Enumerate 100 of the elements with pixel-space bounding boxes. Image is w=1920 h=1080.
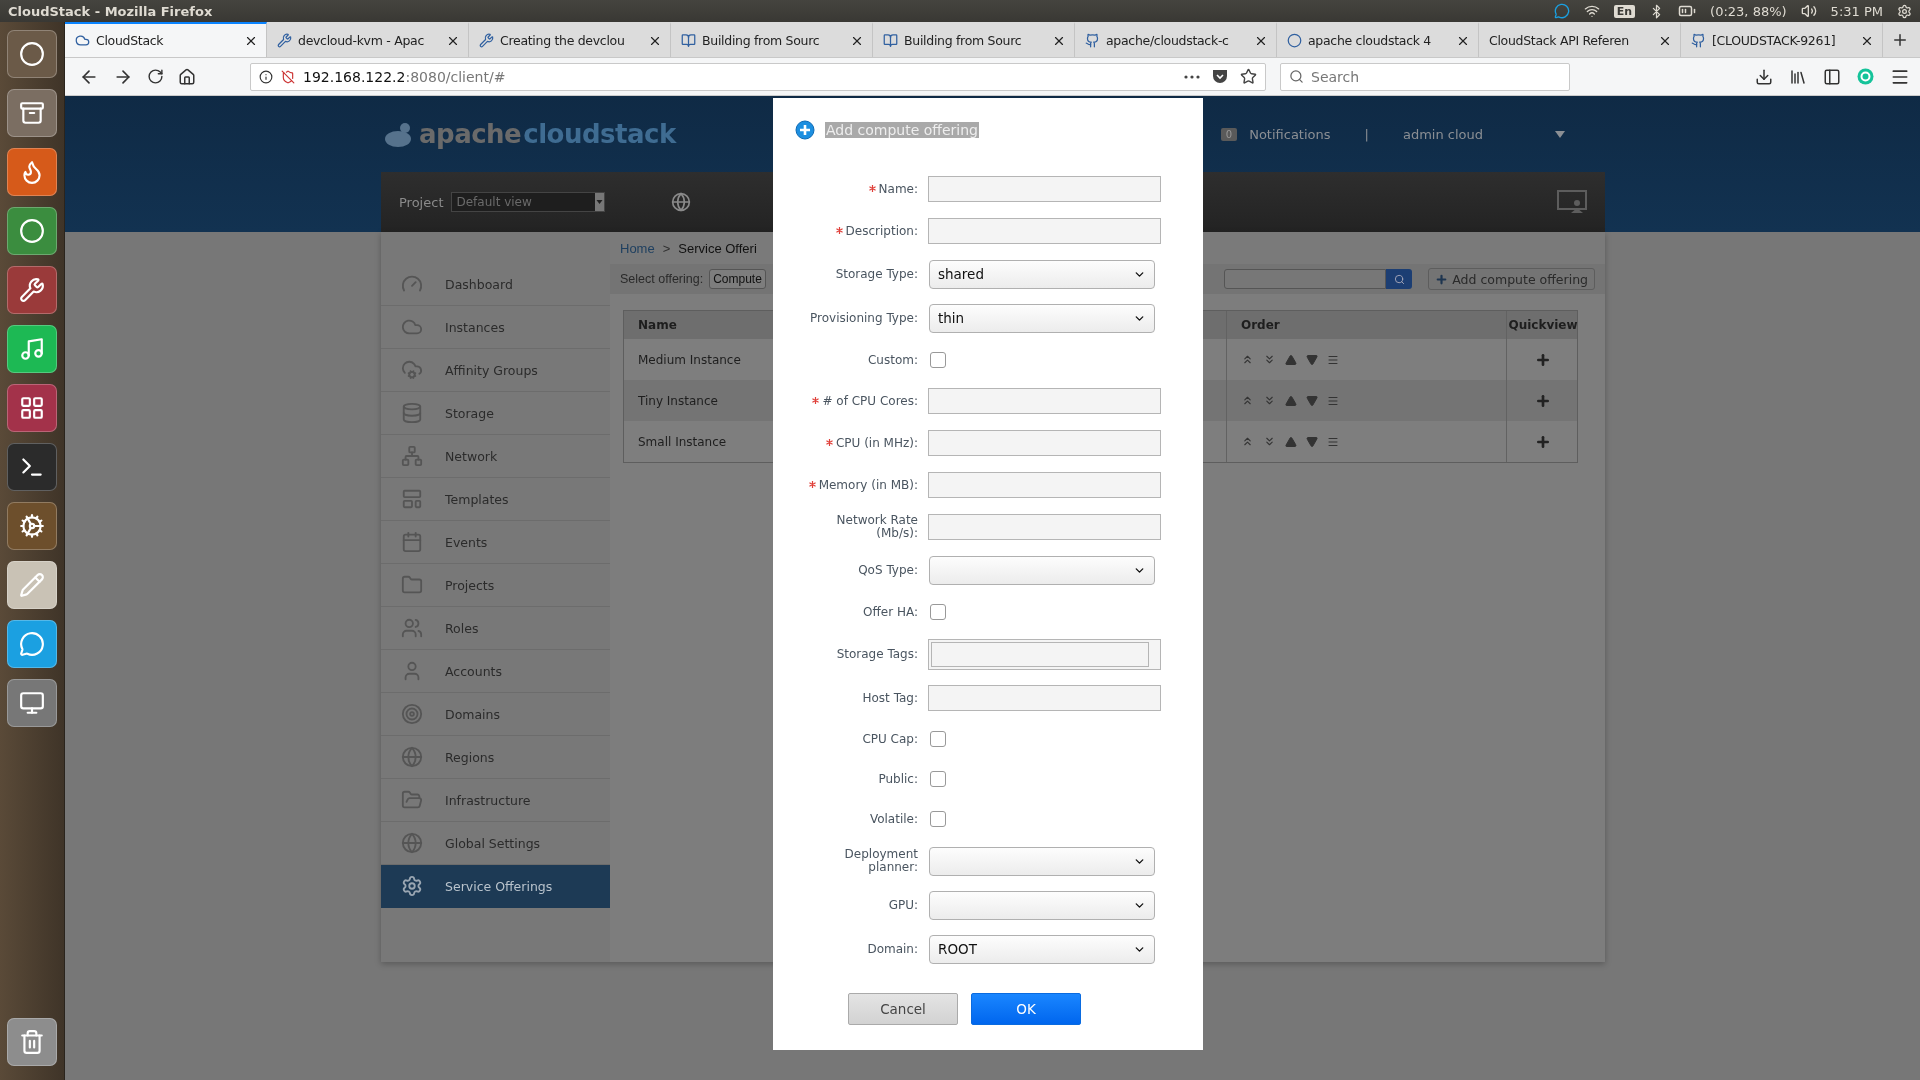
crossed-lock-icon[interactable] [281, 69, 295, 84]
text-input-field[interactable] [928, 176, 1161, 202]
text-input-field[interactable] [928, 514, 1161, 540]
text-input-field[interactable] [928, 430, 1161, 456]
cancel-button[interactable]: Cancel [848, 993, 958, 1025]
move-bottom-icon[interactable] [1263, 394, 1276, 407]
notification-count: 0 [1220, 127, 1238, 141]
presentation-icon[interactable] [1557, 190, 1587, 214]
sidebar-item[interactable]: Service Offerings [381, 865, 610, 908]
browser-tab[interactable]: [CLOUDSTACK-9261] [1681, 22, 1883, 57]
browser-tab[interactable]: CloudStack API Referen [1479, 22, 1681, 57]
add-compute-offering-button[interactable]: Add compute offering [1428, 268, 1595, 290]
music-launcher-tile[interactable] [7, 325, 57, 373]
download-icon[interactable] [1755, 67, 1773, 86]
reload-icon[interactable] [147, 68, 164, 85]
volume-icon[interactable] [1800, 3, 1817, 19]
browser-tab[interactable]: Building from Sourc [873, 22, 1075, 57]
drawer-launcher-tile[interactable] [7, 89, 57, 137]
pocket-icon[interactable] [1212, 69, 1228, 84]
globe-icon [401, 746, 423, 768]
drag-handle-icon[interactable] [1327, 435, 1339, 448]
wifi-icon[interactable] [1583, 3, 1600, 19]
sidebar-item[interactable]: Network [381, 435, 610, 478]
checkbox[interactable] [930, 811, 946, 827]
sidebar-icon[interactable] [1823, 67, 1841, 86]
browser-tab[interactable]: Building from Sourc [671, 22, 873, 57]
pencil-launcher-tile[interactable] [7, 561, 57, 609]
clock[interactable]: 5:31 PM [1830, 3, 1883, 19]
dropdown-select[interactable] [929, 890, 1155, 920]
quickview-plus-icon[interactable] [1535, 433, 1551, 450]
gear-launcher-tile[interactable] [7, 502, 57, 550]
url-field[interactable]: 192.168.122.2:8080/client/# [250, 62, 1266, 91]
search-button[interactable] [1386, 269, 1413, 289]
notifications-link[interactable]: Notifications [1249, 126, 1331, 142]
dropdown-select[interactable] [929, 555, 1155, 585]
drag-handle-icon[interactable] [1327, 394, 1339, 407]
move-up-icon[interactable] [1285, 353, 1297, 366]
caret-icon[interactable] [1555, 130, 1565, 138]
tags-input-field[interactable] [931, 642, 1149, 667]
move-bottom-icon[interactable] [1263, 435, 1276, 448]
dropdown-select[interactable]: ROOT [929, 934, 1155, 964]
trash-launcher-tile[interactable] [7, 1018, 57, 1066]
search-field[interactable] [1224, 269, 1387, 289]
settings-icon[interactable] [1897, 3, 1912, 19]
circle-icon [19, 218, 45, 244]
checkbox[interactable] [930, 604, 946, 620]
move-down-icon[interactable] [1306, 435, 1318, 448]
windows-launcher-tile[interactable] [7, 679, 57, 727]
drag-handle-icon[interactable] [1327, 353, 1339, 366]
project-label: Project [399, 194, 444, 210]
info-icon[interactable] [259, 69, 273, 84]
ok-button[interactable]: OK [971, 993, 1081, 1025]
text-input-field[interactable] [928, 472, 1161, 498]
dropdown-select[interactable]: shared [929, 259, 1155, 289]
flame-launcher-tile[interactable] [7, 148, 57, 196]
chat-launcher-tile[interactable] [7, 620, 57, 668]
checkbox[interactable] [930, 731, 946, 747]
circle-launcher-tile[interactable] [7, 207, 57, 255]
quickview-plus-icon[interactable] [1535, 351, 1551, 368]
dropdown-select[interactable]: thin [929, 303, 1155, 333]
sidebar-item[interactable]: Templates [381, 478, 610, 521]
browser-tab[interactable]: Creating the devclou [469, 22, 671, 57]
more-dots-icon[interactable] [1184, 74, 1200, 79]
home-icon[interactable] [178, 67, 196, 86]
chat-icon[interactable] [1553, 3, 1570, 19]
terminal-launcher-tile[interactable] [7, 443, 57, 491]
library-icon[interactable] [1789, 67, 1807, 86]
wrench-launcher-tile[interactable] [7, 266, 57, 314]
text-input-field[interactable] [928, 685, 1161, 711]
sidebar-item[interactable]: Storage [381, 392, 610, 435]
offering-select[interactable]: Compute [709, 269, 766, 289]
move-bottom-icon[interactable] [1263, 353, 1276, 366]
user-menu[interactable]: admin cloud [1402, 126, 1483, 142]
move-top-icon[interactable] [1241, 353, 1254, 366]
bookmark-star-icon[interactable] [1240, 68, 1257, 85]
dropdown-select[interactable] [929, 846, 1155, 876]
move-down-icon[interactable] [1306, 353, 1318, 366]
project-select[interactable]: Default view [451, 192, 606, 212]
move-up-icon[interactable] [1285, 394, 1297, 407]
browser-tab[interactable]: apache cloudstack 4 [1277, 22, 1479, 57]
text-input-field[interactable] [928, 388, 1161, 414]
globe-icon[interactable] [671, 192, 692, 212]
quickview-plus-icon[interactable] [1535, 392, 1551, 409]
browser-tab[interactable]: apache/cloudstack-c [1075, 22, 1277, 57]
circle-logo-launcher-tile[interactable] [7, 30, 57, 78]
breadcrumb-link[interactable]: Home [620, 240, 655, 256]
move-down-icon[interactable] [1306, 394, 1318, 407]
move-top-icon[interactable] [1241, 394, 1254, 407]
browser-tab[interactable]: CloudStack [65, 22, 267, 57]
keyboard-layout-indicator[interactable]: En [1613, 4, 1636, 18]
sidebar-item[interactable]: Domains [381, 693, 610, 736]
checkbox[interactable] [930, 771, 946, 787]
text-input-field[interactable] [928, 218, 1161, 244]
circle-icon[interactable] [1857, 68, 1874, 85]
move-top-icon[interactable] [1241, 435, 1254, 448]
sidebar-item[interactable]: Regions [381, 736, 610, 779]
sidebar-item[interactable]: Events [381, 521, 610, 564]
browser-tab[interactable]: devcloud-kvm - Apac [267, 22, 469, 57]
checkbox[interactable] [930, 352, 946, 368]
move-up-icon[interactable] [1285, 435, 1297, 448]
